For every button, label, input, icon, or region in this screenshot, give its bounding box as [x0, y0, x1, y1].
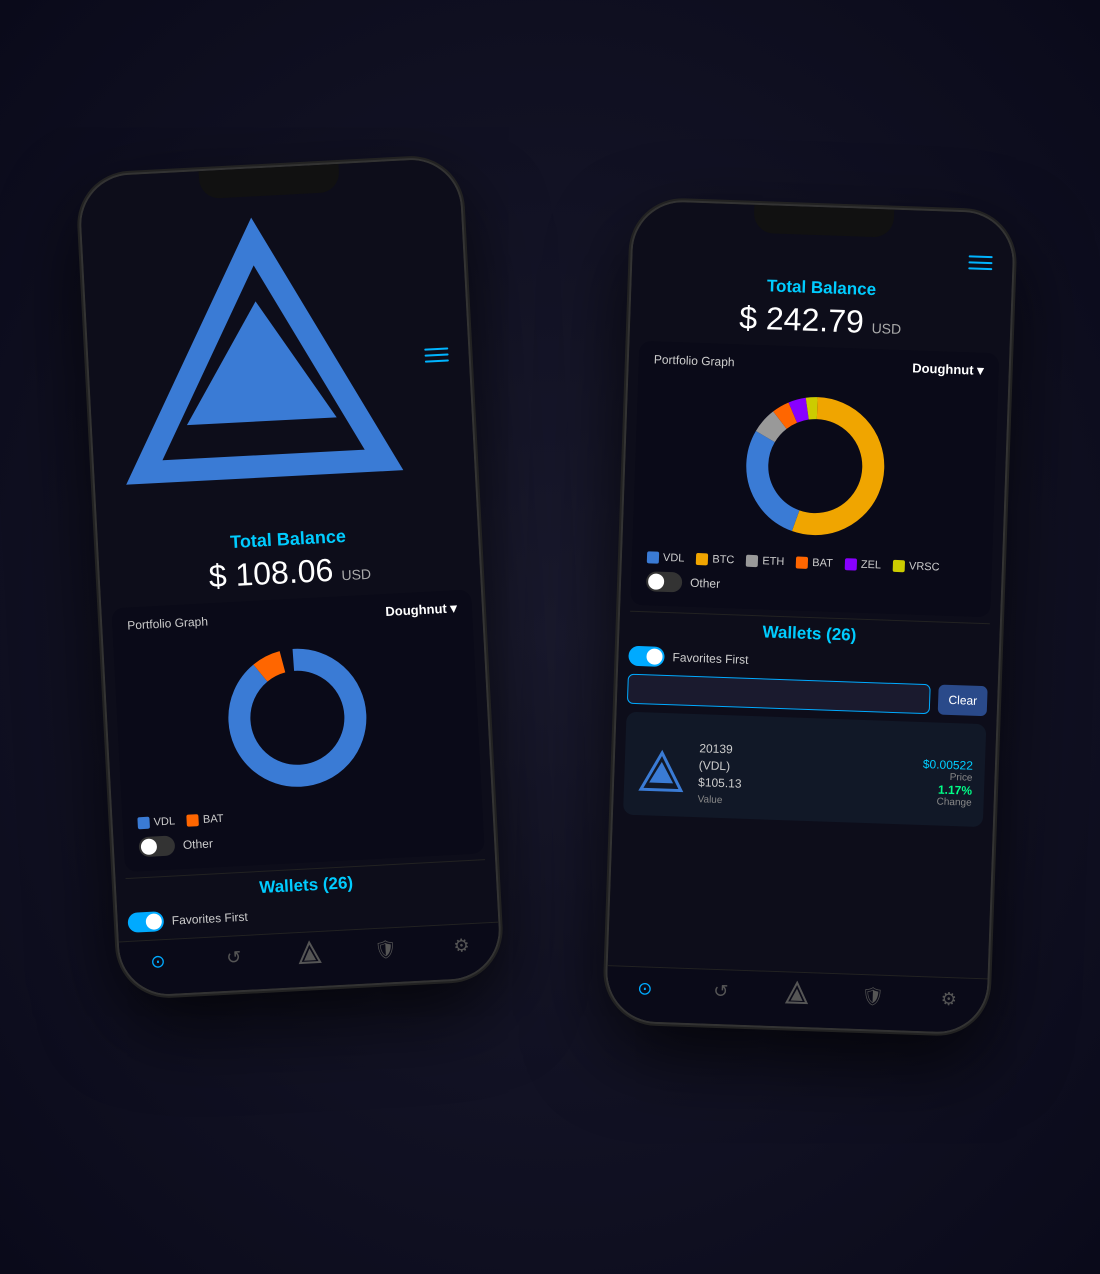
- legend-item-vrsc-right: VRSC: [893, 560, 940, 574]
- notch-right: [753, 205, 894, 238]
- legend-dot-bat-right: [796, 556, 808, 568]
- phone-right-screen: Total Balance $ 242.79 USD Portfolio Gra…: [606, 201, 1014, 1034]
- logo-left: [101, 204, 417, 524]
- settings-icon-left: ⚙: [448, 932, 475, 959]
- legend-label-bat-left: BAT: [203, 813, 224, 826]
- shield-icon-right: 🛡: [859, 983, 886, 1010]
- legend-item-vdl-right: VDL: [647, 551, 685, 564]
- favorites-toggle-left[interactable]: [127, 911, 164, 933]
- portfolio-section-left: Portfolio Graph Doughnut ▾: [111, 590, 484, 872]
- other-label-right: Other: [690, 576, 720, 591]
- phones-container: Total Balance $ 108.06 USD Portfolio Gra…: [100, 87, 1000, 1187]
- favorites-row-right: Favorites First: [628, 646, 988, 679]
- wallet-info-right: 20139 (VDL) $105.13 Value: [697, 740, 911, 815]
- menu-icon-left[interactable]: [424, 347, 449, 362]
- doughnut-chart-right: [733, 383, 898, 548]
- balance-currency-left: USD: [341, 566, 371, 584]
- wallet-change-lbl-right: Change: [921, 796, 971, 809]
- legend-label-eth-right: ETH: [762, 555, 784, 568]
- wallet-inner-right: 20139 (VDL) $105.13 Value $0.00522 Price…: [635, 722, 974, 817]
- settings-icon-right: ⚙: [935, 986, 962, 1013]
- nav-shield-right[interactable]: 🛡: [859, 983, 886, 1010]
- nav-dashboard-right[interactable]: ⊙: [631, 975, 658, 1002]
- toggle-other-right[interactable]: [646, 571, 683, 592]
- doughnut-selector-right[interactable]: Doughnut ▾: [912, 360, 984, 378]
- search-wrap-right: [627, 674, 931, 715]
- chart-right: [647, 375, 983, 556]
- legend-dot-btc-right: [696, 553, 708, 565]
- legend-label-vrsc-right: VRSC: [909, 560, 940, 573]
- nav-dashboard-left[interactable]: ⊙: [144, 948, 171, 975]
- portfolio-label-left: Portfolio Graph: [127, 614, 208, 632]
- wallet-price-right: $0.00522 Price 1.17% Change: [921, 757, 973, 809]
- doughnut-chart-left: [213, 634, 381, 802]
- legend-dot-zel-right: [845, 558, 857, 570]
- balance-value-left: $ 108.06: [208, 552, 334, 595]
- nav-history-left[interactable]: ↺: [220, 944, 247, 971]
- header-left: [81, 193, 477, 529]
- history-icon-left: ↺: [220, 944, 247, 971]
- legend-dot-vrsc-right: [893, 560, 905, 572]
- wallet-logo-right: [636, 747, 688, 799]
- wallets-section-right: Wallets (26) Favorites First Clear: [608, 617, 1000, 978]
- wallet-card-right: 20139 (VDL) $105.13 Value $0.00522 Price…: [623, 712, 986, 828]
- legend-label-btc-right: BTC: [712, 554, 734, 567]
- wallet-amount-right: 20139 (VDL) $105.13 Value: [697, 740, 911, 815]
- chart-left: [128, 624, 466, 811]
- other-label-left: Other: [183, 836, 214, 852]
- balance-value-right: $ 242.79: [739, 299, 865, 340]
- favorites-label-right: Favorites First: [672, 650, 748, 667]
- vdl-icon-right: [783, 980, 810, 1007]
- legend-item-vdl-left: VDL: [137, 815, 175, 829]
- menu-icon-right[interactable]: [968, 255, 992, 270]
- legend-dot-bat-left: [187, 814, 200, 827]
- legend-item-btc-right: BTC: [696, 553, 734, 566]
- wallets-title-right: Wallets (26): [629, 618, 989, 651]
- nav-vdl-right[interactable]: [783, 980, 810, 1007]
- nav-vdl-left[interactable]: [296, 940, 323, 967]
- phone-right: Total Balance $ 242.79 USD Portfolio Gra…: [606, 201, 1014, 1034]
- legend-label-bat-right: BAT: [812, 557, 833, 570]
- legend-dot-vdl-left: [137, 817, 150, 830]
- legend-label-vdl-left: VDL: [153, 815, 175, 828]
- balance-currency-right: USD: [871, 320, 901, 337]
- doughnut-selector-left[interactable]: Doughnut ▾: [385, 600, 457, 620]
- legend-item-zel-right: ZEL: [845, 558, 882, 571]
- legend-item-eth-right: ETH: [746, 555, 784, 568]
- nav-shield-left[interactable]: 🛡: [372, 936, 399, 963]
- dashboard-icon-right: ⊙: [631, 975, 658, 1002]
- wallet-price-val-right: $0.00522: [923, 757, 974, 773]
- clear-button-right[interactable]: Clear: [938, 685, 988, 717]
- favorites-toggle-right[interactable]: [628, 646, 665, 667]
- legend-item-bat-right: BAT: [796, 556, 833, 569]
- balance-section-right: Total Balance $ 242.79 USD: [630, 262, 1013, 354]
- legend-dot-vdl-right: [647, 551, 659, 563]
- phone-left: Total Balance $ 108.06 USD Portfolio Gra…: [79, 158, 501, 997]
- phone-left-screen: Total Balance $ 108.06 USD Portfolio Gra…: [79, 158, 501, 997]
- balance-amount-right: $ 242.79 USD: [650, 296, 991, 345]
- history-icon-right: ↺: [707, 978, 734, 1005]
- search-row-right: Clear: [627, 674, 988, 717]
- vdl-icon-left: [296, 940, 323, 967]
- portfolio-header-right: Portfolio Graph Doughnut ▾: [654, 351, 984, 379]
- legend-item-bat-left: BAT: [187, 813, 224, 827]
- legend-label-zel-right: ZEL: [861, 559, 882, 572]
- nav-settings-right[interactable]: ⚙: [935, 986, 962, 1013]
- favorites-label-left: Favorites First: [171, 910, 248, 928]
- doughnut-label-right: Doughnut ▾: [912, 360, 984, 378]
- legend-dot-eth-right: [746, 555, 758, 567]
- nav-history-right[interactable]: ↺: [707, 978, 734, 1005]
- toggle-other-left[interactable]: [138, 835, 175, 857]
- doughnut-label-left: Doughnut ▾: [385, 600, 457, 620]
- search-input-right[interactable]: [636, 682, 922, 706]
- legend-label-vdl-right: VDL: [663, 552, 685, 565]
- dashboard-icon-left: ⊙: [144, 948, 171, 975]
- portfolio-label-right: Portfolio Graph: [654, 352, 735, 369]
- portfolio-section-right: Portfolio Graph Doughnut ▾: [630, 341, 999, 617]
- shield-icon-left: 🛡: [372, 936, 399, 963]
- nav-settings-left[interactable]: ⚙: [448, 932, 475, 959]
